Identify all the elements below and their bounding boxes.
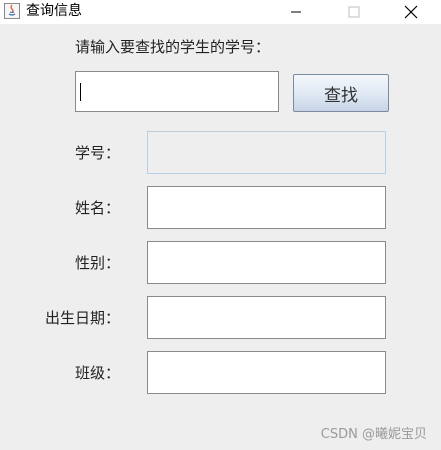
maximize-icon [348,6,360,18]
minimize-icon [291,11,301,13]
name-field[interactable] [147,186,386,229]
gender-field[interactable] [147,241,386,284]
student-id-search-input[interactable] [75,71,279,112]
gender-label: 性别： [74,254,120,272]
title-bar: 查询信息 [0,0,441,24]
close-button[interactable] [389,0,433,24]
birth-date-label: 出生日期： [44,309,120,327]
student-id-field [147,131,386,174]
java-icon [4,3,20,19]
search-button[interactable]: 查找 [293,74,389,112]
student-id-label: 学号： [74,144,120,162]
maximize-button[interactable] [332,0,376,24]
minimize-button[interactable] [274,0,318,24]
text-caret [80,83,81,101]
name-label: 姓名： [74,199,120,217]
search-prompt: 请输入要查找的学生的学号： [75,38,271,56]
birth-date-field[interactable] [147,296,386,339]
class-label: 班级： [74,364,120,382]
watermark: CSDN @曦妮宝贝 [320,427,427,442]
class-field[interactable] [147,351,386,394]
form-panel: 请输入要查找的学生的学号： 查找 学号： 姓名： 性别： 出生日期： 班级： C… [0,24,441,450]
close-icon [404,5,418,19]
window-title: 查询信息 [26,3,82,19]
